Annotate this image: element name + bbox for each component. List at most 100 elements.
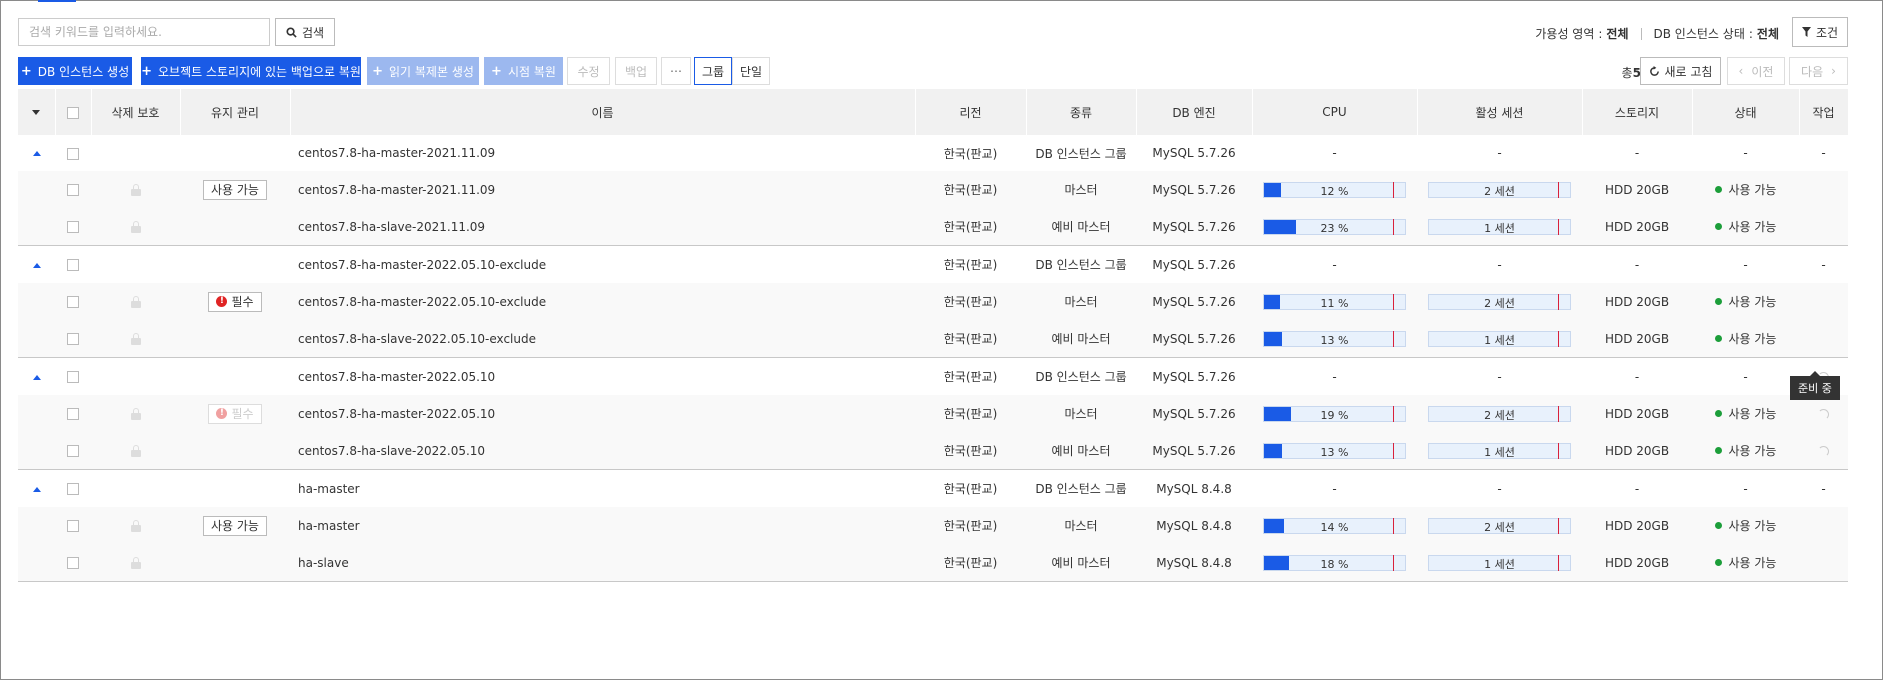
status-label: 사용 가능	[1728, 332, 1777, 346]
table-row[interactable]: centos7.8-ha-slave-2022.05.10 한국(판교) 예비 마스…	[18, 432, 1848, 470]
lock-icon	[130, 557, 141, 569]
condition-button[interactable]: 조건	[1792, 17, 1848, 47]
warning-icon: !	[216, 408, 228, 419]
row-checkbox[interactable]	[67, 371, 79, 383]
expand-all-toggle[interactable]	[18, 89, 56, 135]
db-engine-cell: MySQL 5.7.26	[1136, 245, 1252, 283]
collapse-toggle[interactable]	[18, 135, 55, 171]
empty-cell	[18, 171, 55, 208]
sessions-cell: 1 세션	[1417, 544, 1582, 582]
table-row[interactable]: ! 필수 centos7.8-ha-master-2022.05.10-exclud…	[18, 283, 1848, 320]
caret-up-icon	[32, 262, 41, 268]
row-checkbox[interactable]	[67, 259, 79, 271]
more-button[interactable]: ⋯	[661, 57, 691, 85]
group-view-button[interactable]: 그룹	[694, 57, 732, 85]
status-dot-icon	[1714, 335, 1722, 342]
restore-from-object-storage-button[interactable]: + 오브젝트 스토리지에 있는 백업으로 복원	[141, 57, 361, 85]
collapse-toggle[interactable]	[18, 245, 55, 283]
region-cell: 한국(판교)	[915, 432, 1026, 470]
warning-icon: !	[216, 296, 228, 307]
type-cell: 예비 마스터	[1026, 208, 1136, 246]
row-checkbox[interactable]	[67, 221, 79, 233]
next-page-button[interactable]: 다음 ›	[1789, 57, 1848, 85]
chevron-right-icon: ›	[1831, 64, 1836, 78]
cpu-usage-label: 13 %	[1320, 333, 1349, 347]
maintenance-button[interactable]: ! 필수	[208, 291, 262, 312]
region-cell: 한국(판교)	[915, 208, 1026, 246]
sessions-label: 1 세션	[1484, 333, 1515, 347]
refresh-button[interactable]: 새로 고침	[1640, 57, 1721, 85]
cpu-cell: 11 %	[1252, 283, 1417, 320]
single-view-button[interactable]: 단일	[732, 57, 770, 85]
row-checkbox[interactable]	[67, 333, 79, 345]
status-dot-icon	[1714, 522, 1722, 529]
instance-status-label: DB 인스턴스 상태	[1653, 27, 1745, 41]
db-engine-cell: MySQL 5.7.26	[1136, 432, 1252, 470]
modify-button[interactable]: 수정	[567, 57, 610, 85]
more-icon: ⋯	[670, 64, 682, 78]
task-cell	[1799, 171, 1848, 208]
create-instance-button[interactable]: + DB 인스턴스 생성	[18, 57, 132, 85]
row-checkbox[interactable]	[67, 557, 79, 569]
search-button[interactable]: 검색	[275, 18, 336, 46]
cpu-usage-label: 11 %	[1320, 296, 1349, 310]
task-cell	[1799, 320, 1848, 358]
cpu-usage-label: 23 %	[1320, 221, 1349, 235]
lock-icon	[130, 184, 141, 196]
region-cell: 한국(판교)	[915, 469, 1026, 507]
status-cell: 사용 가능	[1692, 208, 1799, 246]
db-engine-cell: MySQL 5.7.26	[1136, 357, 1252, 395]
table-row[interactable]: 사용 가능 centos7.8-ha-master-2021.11.09 한국(판교…	[18, 171, 1848, 208]
empty-cell	[18, 507, 55, 544]
db-engine-cell: MySQL 8.4.8	[1136, 469, 1252, 507]
maintenance-button[interactable]: ! 필수	[208, 403, 262, 424]
row-checkbox[interactable]	[67, 147, 79, 160]
sessions-bar: 1 세션	[1428, 554, 1571, 571]
cpu-usage-label: 14 %	[1320, 520, 1349, 534]
row-checkbox[interactable]	[67, 483, 79, 495]
collapse-toggle[interactable]	[18, 469, 55, 507]
table-row[interactable]: ha-slave 한국(판교) 예비 마스터 MySQL 8.4.8 18 % 1 세션 H…	[18, 544, 1848, 582]
row-checkbox[interactable]	[67, 445, 79, 457]
row-checkbox[interactable]	[67, 408, 79, 420]
active-tab-indicator	[38, 0, 76, 2]
table-row-group[interactable]: centos7.8-ha-master-2022.05.10-exclude 한국…	[18, 245, 1848, 283]
sessions-cell: 1 세션	[1417, 208, 1582, 246]
table-row-group[interactable]: centos7.8-ha-master-2021.11.09 한국(판교) DB 인…	[18, 135, 1848, 171]
backup-button[interactable]: 백업	[615, 57, 657, 85]
task-tooltip: 준비 중	[1790, 371, 1840, 400]
create-instance-label: DB 인스턴스 생성	[37, 64, 130, 79]
row-select-cell	[55, 395, 91, 432]
table-row-group[interactable]: ha-master 한국(판교) DB 인스턴스 그룹 MySQL 8.4.8- - - -…	[18, 469, 1848, 507]
table-row[interactable]: centos7.8-ha-slave-2022.05.10-exclude 한국(…	[18, 320, 1848, 358]
create-read-replica-button[interactable]: + 읽기 복제본 생성	[367, 57, 479, 85]
search-input[interactable]	[18, 18, 270, 46]
row-checkbox[interactable]	[67, 184, 79, 196]
table-row[interactable]: 사용 가능 ha-master 한국(판교) 마스터 MySQL 8.4.8 14 % 2 …	[18, 507, 1848, 544]
type-cell: 마스터	[1026, 395, 1136, 432]
search-button-label: 검색	[302, 25, 325, 40]
row-checkbox[interactable]	[67, 296, 79, 308]
cpu-cell: 12 %	[1252, 171, 1417, 208]
table-row[interactable]: centos7.8-ha-slave-2021.11.09 한국(판교) 예비 마스…	[18, 208, 1848, 246]
empty-cell	[18, 395, 55, 432]
point-in-time-restore-button[interactable]: + 시점 복원	[484, 57, 563, 85]
maintenance-button[interactable]: 사용 가능	[203, 515, 267, 536]
row-checkbox[interactable]	[67, 520, 79, 532]
maintenance-cell: ! 필수	[180, 283, 290, 320]
delete-protection-cell	[91, 469, 180, 507]
status-badge: 사용 가능	[1714, 517, 1776, 534]
sessions-cell: 1 세션	[1417, 320, 1582, 358]
collapse-toggle[interactable]	[18, 357, 55, 395]
prev-page-button[interactable]: ‹ 이전	[1727, 57, 1785, 85]
point-in-time-restore-label: 시점 복원	[507, 64, 556, 79]
table-row-group[interactable]: centos7.8-ha-master-2022.05.10 한국(판교) DB 인…	[18, 357, 1848, 395]
lock-icon	[130, 333, 141, 345]
db-instance-table: 삭제 보호 유지 관리 이름 리전 종류 DB 엔진 CPU 활성 세션 스토리…	[18, 89, 1849, 582]
maintenance-button[interactable]: 사용 가능	[203, 179, 267, 200]
select-all-checkbox[interactable]	[67, 106, 79, 119]
type-cell: 마스터	[1026, 283, 1136, 320]
table-row[interactable]: ! 필수 centos7.8-ha-master-2022.05.10 한국(판교) 마…	[18, 395, 1848, 432]
cpu-usage-label: 13 %	[1320, 445, 1349, 459]
cpu-usage-label: 12 %	[1320, 184, 1349, 198]
